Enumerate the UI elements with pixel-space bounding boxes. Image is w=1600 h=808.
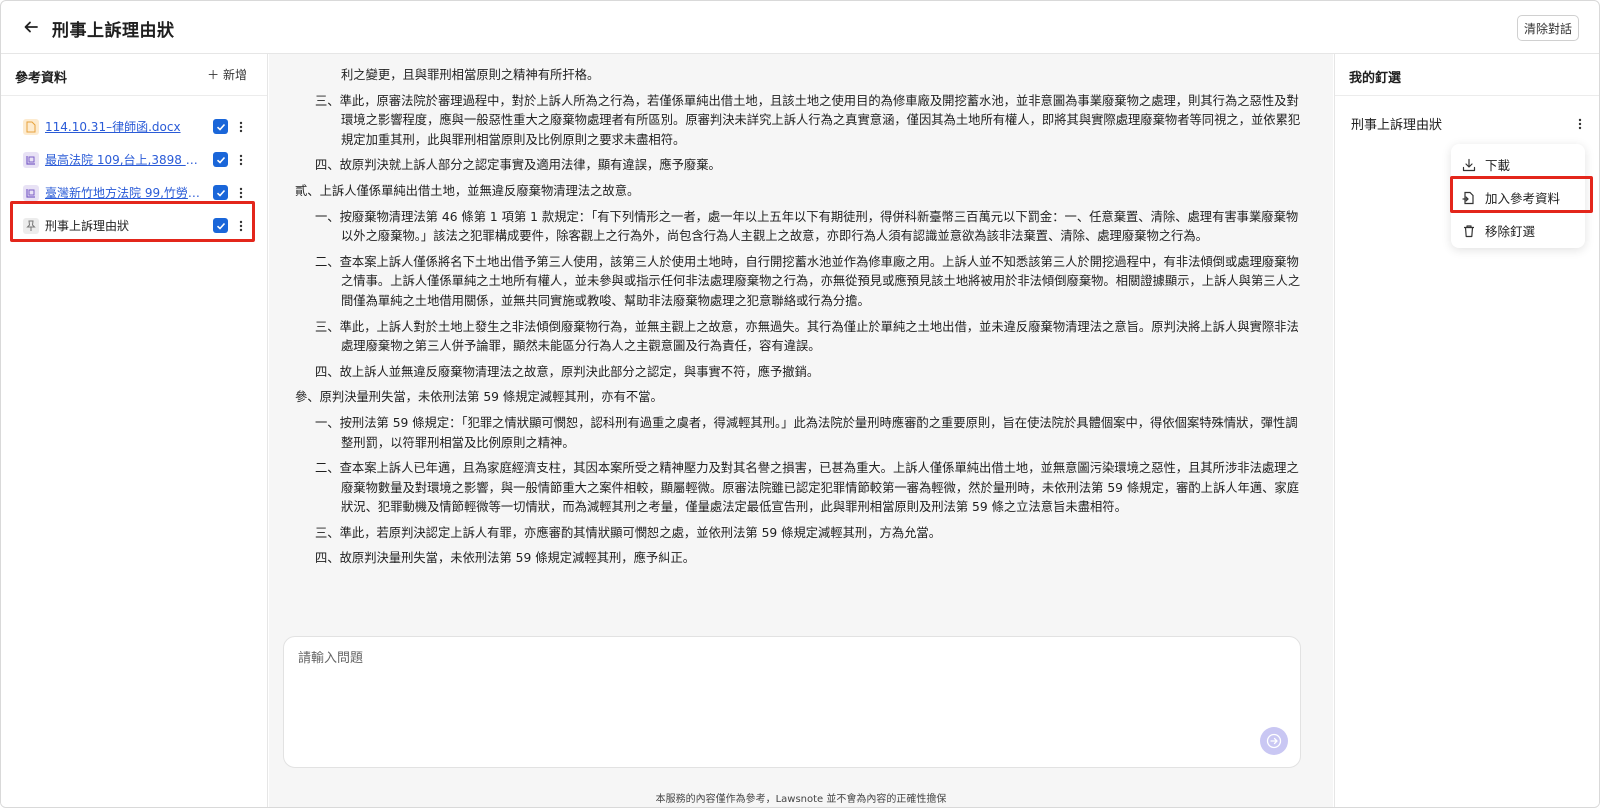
document-paragraph: 二、查本案上訴人已年邁，且為家庭經濟支柱，其因本案所受之精神壓力及對其名譽之損害… [315,461,1300,515]
reference-link[interactable]: 114.10.31–律師函.docx [45,118,203,135]
menu-item-download[interactable]: 下載 [1451,148,1585,181]
more-options-icon[interactable] [236,185,246,201]
law-document-icon [23,151,39,168]
document-paragraph: 三、準此，原審法院於審理過程中，對於上訴人所為之行為，若僅係單純出借土地，且該土… [315,93,1301,147]
back-arrow-icon[interactable] [21,17,41,37]
document-file-icon [23,118,39,135]
pinned-panel-header: 我的釘選 [1335,54,1599,96]
menu-item-add-to-reference[interactable]: 加入參考資料 [1451,181,1585,214]
pin-icon [23,217,39,234]
more-options-icon[interactable] [236,152,246,168]
pinned-item-menu: 下載 加入參考資料 移除釘選 [1451,144,1585,248]
document-paragraph: 四、故原判決量刑失當，未依刑法第 59 條規定減輕其刑，應予糾正。 [315,551,696,566]
reference-checkbox[interactable] [213,185,228,200]
question-input[interactable] [298,651,1228,666]
reference-item[interactable]: 最高法院 109,台上,3898 建… [1,143,267,176]
law-document-icon [23,184,39,201]
menu-item-label: 加入參考資料 [1485,191,1561,206]
reference-checkbox[interactable] [213,119,228,134]
document-paragraph: 三、準此，上訴人對於土地上發生之非法傾倒廢棄物行為，並無主觀上之故意，亦無過失。… [315,319,1299,354]
download-icon [1461,157,1477,173]
pinned-panel-title: 我的釘選 [1349,71,1402,86]
disclaimer-text: 本服務的內容僅作為參考，Lawsnote 並不會為內容的正確性擔保 [655,794,947,805]
sidebar-title: 參考資料 [15,71,68,86]
more-options-icon[interactable] [236,119,246,135]
reference-label[interactable]: 刑事上訴理由狀 [45,217,203,234]
document-paragraph: 利之變更，且與罪刑相當原則之精神有所扞格。 [341,68,600,82]
send-button[interactable] [1260,727,1288,755]
pinned-item-label[interactable]: 刑事上訴理由狀 [1351,114,1442,133]
document-paragraph: 一、按廢棄物清理法第 46 條第 1 項第 1 款規定：「有下列情形之一者，處一… [315,209,1299,244]
menu-item-remove-pin[interactable]: 移除釘選 [1451,214,1585,247]
document-paragraph: 三、準此，若原判決認定上訴人有罪，亦應審酌其情狀顯可憫恕之處，並依刑法第 59 … [315,525,942,540]
menu-item-label: 移除釘選 [1485,224,1536,239]
trash-icon [1461,223,1477,239]
more-options-icon[interactable] [236,218,246,234]
menu-item-label: 下載 [1485,158,1511,173]
sidebar-header: 參考資料 ＋ 新增 [1,54,267,96]
reference-checkbox[interactable] [213,218,228,233]
add-reference-button[interactable]: ＋ 新增 [207,66,247,83]
reference-item-pinned[interactable]: 刑事上訴理由狀 [1,209,267,242]
pinned-panel: 我的釘選 刑事上訴理由狀 下載 加入參考資料 移除釘選 [1334,54,1599,807]
page-title: 刑事上訴理由狀 [52,21,175,41]
clear-conversation-button[interactable]: 清除對話 [1516,15,1579,41]
reference-link[interactable]: 最高法院 109,台上,3898 建… [45,151,203,168]
document-paragraph: 四、故原判決就上訴人部分之認定事實及適用法律，顯有違誤，應予廢棄。 [315,158,721,173]
document-body: 利之變更，且與罪刑相當原則之精神有所扞格。三、準此，原審法院於審理過程中，對於上… [295,66,1307,634]
reference-checkbox[interactable] [213,152,228,167]
app-window: 刑事上訴理由狀 清除對話 參考資料 ＋ 新增 114.10.31–律師函.doc… [0,0,1600,808]
send-arrow-icon [1266,733,1282,749]
reference-sidebar: 參考資料 ＋ 新增 114.10.31–律師函.docx 最高法院 109,台上… [1,54,268,807]
section-heading: 貳、上訴人僅係單純出借土地，並無違反廢棄物清理法之故意。 [295,183,640,198]
reference-link[interactable]: 臺灣新竹地方法院 99,竹勞簡… [45,184,203,201]
top-bar: 刑事上訴理由狀 清除對話 [1,1,1599,54]
document-paragraph: 四、故上訴人並無違反廢棄物清理法之故意，原判決此部分之認定，與事實不符，應予撤銷… [315,364,820,379]
more-options-icon[interactable] [1575,116,1585,132]
main-content: 利之變更，且與罪刑相當原則之精神有所扞格。三、準此，原審法院於審理過程中，對於上… [269,54,1333,807]
reference-item[interactable]: 114.10.31–律師函.docx [1,110,267,143]
reference-list: 114.10.31–律師函.docx 最高法院 109,台上,3898 建… 臺… [1,96,267,242]
section-heading: 參、原判決量刑失當，未依刑法第 59 條規定減輕其刑，亦有不當。 [295,390,663,405]
chat-input-box [283,636,1301,768]
document-paragraph: 一、按刑法第 59 條規定：「犯罪之情狀顯可憫恕，認科刑有過重之虞者，得減輕其刑… [315,415,1298,450]
reference-item[interactable]: 臺灣新竹地方法院 99,竹勞簡… [1,176,267,209]
add-to-reference-icon [1461,190,1477,206]
document-paragraph: 二、查本案上訴人僅係將名下土地出借予第三人使用，該第三人於使用土地時，自行開挖蓄… [315,254,1301,308]
